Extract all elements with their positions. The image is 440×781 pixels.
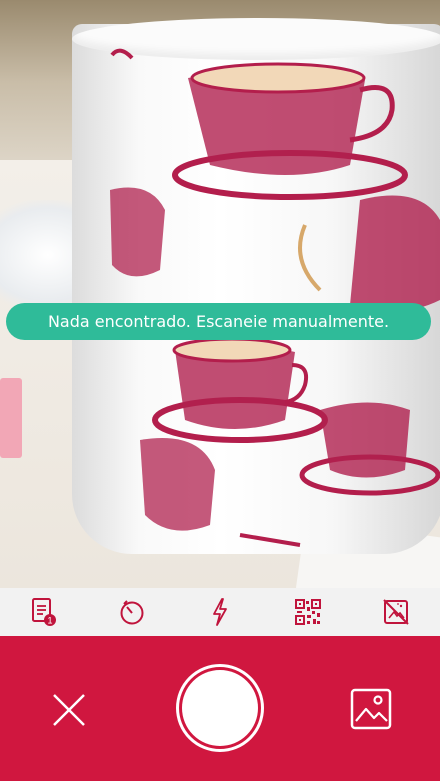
shutter-inner-circle (182, 670, 258, 746)
document-badge-icon: 1 (32, 598, 56, 626)
no-photo-enhance-icon (383, 599, 409, 625)
shutter-button[interactable] (176, 664, 264, 752)
toast-message: Nada encontrado. Escaneie manualmente. (47, 312, 390, 331)
flash-button[interactable] (200, 592, 240, 632)
flash-icon (213, 598, 227, 626)
close-button[interactable] (50, 691, 88, 729)
document-count-badge: 1 (47, 616, 52, 626)
no-result-toast: Nada encontrado. Escaneie manualmente. (6, 303, 431, 340)
timer-icon (120, 600, 144, 625)
document-count-button[interactable]: 1 (24, 592, 64, 632)
scanner-toolbar: 1 (0, 588, 440, 636)
image-gallery-icon (350, 688, 392, 730)
mug-teacup-pattern (110, 48, 440, 547)
qr-code-icon (295, 599, 321, 625)
close-icon (53, 694, 85, 726)
qr-code-button[interactable] (288, 592, 328, 632)
camera-viewfinder (0, 0, 440, 588)
gallery-button[interactable] (350, 688, 392, 730)
camera-action-bar (0, 636, 440, 781)
timer-button[interactable] (112, 592, 152, 632)
auto-enhance-toggle[interactable] (376, 592, 416, 632)
